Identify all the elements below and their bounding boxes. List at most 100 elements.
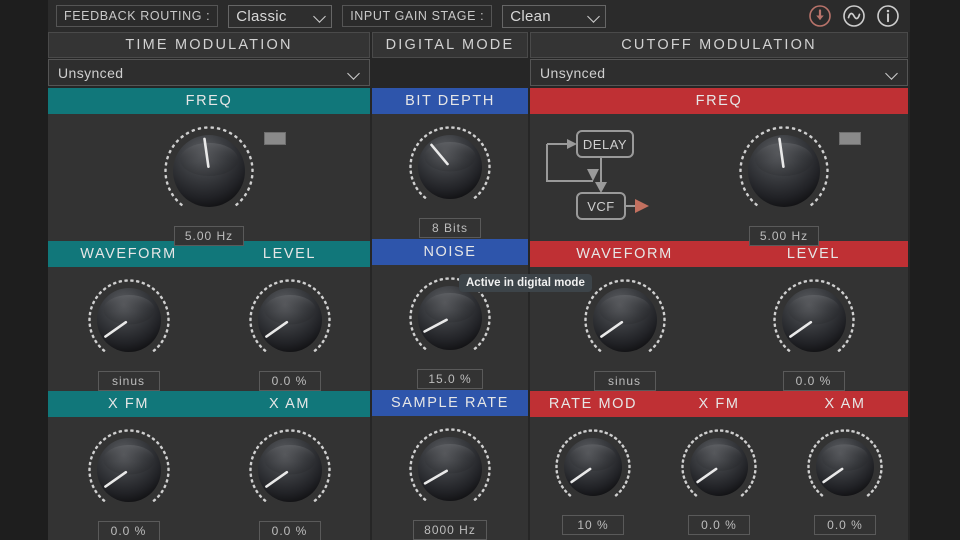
routing-vcf-label: VCF [587, 199, 615, 214]
knob-control[interactable] [553, 427, 633, 507]
parameter-value-field[interactable]: sinus [593, 371, 656, 391]
parameter-slot: sinus [530, 267, 719, 391]
sine-wave-circle-icon[interactable] [842, 4, 866, 28]
section-title-digital-mode: DIGITAL MODE [372, 32, 528, 58]
parameter-value-field[interactable]: 5.00 Hz [173, 226, 245, 246]
parameter-value-field[interactable]: 0.0 % [782, 371, 845, 391]
knob-control[interactable] [679, 427, 759, 507]
parameter-label: BIT DEPTH [372, 88, 528, 114]
parameter-header-row: FREQ [530, 88, 908, 114]
parameter-slot: 0.0 % [48, 417, 209, 540]
parameter-label: X AM [209, 391, 370, 417]
digital-sync-placeholder [372, 59, 528, 86]
parameter-value-field[interactable]: 0.0 % [814, 515, 876, 536]
knob-dial[interactable] [86, 277, 172, 363]
knob-control[interactable] [247, 277, 333, 363]
knob-gloss [424, 293, 476, 323]
knob-control[interactable] [805, 427, 885, 507]
knob-dial[interactable] [407, 426, 493, 512]
section-title-time-modulation: TIME MODULATION [48, 32, 370, 58]
parameter-value-field[interactable]: 0.0 % [258, 371, 321, 391]
input-gain-stage-select[interactable]: Clean [502, 4, 607, 28]
parameter-label: WAVEFORM [530, 241, 719, 267]
knob-dial[interactable] [805, 427, 885, 507]
knob-dial[interactable] [582, 277, 668, 363]
modulation-led-indicator [839, 132, 861, 145]
knob-dial[interactable] [553, 427, 633, 507]
parameter-knob-row: sinus 0.0 % [530, 267, 908, 392]
knob-gloss [569, 444, 617, 472]
parameter-value-field[interactable]: 8 Bits [419, 218, 481, 238]
parameter-knob-row: 5.00 Hz [48, 114, 370, 246]
knob-control[interactable] [582, 277, 668, 363]
parameter-value-field[interactable]: 0.0 % [688, 515, 750, 536]
knob-dial[interactable] [86, 427, 172, 513]
parameter-label: X FM [656, 391, 782, 418]
parameter-knob-row: DELAY VCF 5.00 Hz [530, 114, 908, 246]
parameter-knob-row: 8000 Hz [372, 416, 528, 540]
knob-dial[interactable] [737, 124, 831, 218]
knob-gloss [787, 295, 840, 325]
knob-control[interactable] [162, 124, 256, 218]
parameter-slot: 15.0 % [372, 265, 528, 390]
parameter-header-row: NOISE [372, 239, 528, 265]
parameter-slot: 0.0 % [656, 417, 782, 540]
parameter-slot: 10 % [530, 417, 656, 540]
parameter-value-field[interactable]: 15.0 % [417, 369, 483, 389]
knob-control[interactable] [86, 277, 172, 363]
knob-gloss [821, 444, 869, 472]
knob-control[interactable] [771, 277, 857, 363]
input-gain-stage-value: Clean [510, 7, 551, 25]
knob-dial[interactable] [247, 427, 333, 513]
parameter-value-field[interactable]: sinus [97, 371, 160, 391]
parameter-value-field[interactable]: 0.0 % [258, 521, 321, 540]
knob-dial[interactable] [162, 124, 256, 218]
knob-control[interactable] [737, 124, 831, 218]
knob-gloss [102, 445, 155, 475]
parameter-header-row: RATE MOD X FM X AM [530, 391, 908, 418]
parameter-value-field[interactable]: 10 % [562, 515, 624, 536]
parameter-knob-row: 0.0 % 0.0 % [48, 417, 370, 540]
knob-dial[interactable] [679, 427, 759, 507]
cutoff-sync-select[interactable]: Unsynced [530, 59, 908, 86]
knob-gloss [695, 444, 743, 472]
left-rail [0, 0, 48, 540]
parameter-label: FREQ [48, 88, 370, 114]
knob-gloss [263, 295, 316, 325]
parameter-slot: 5.00 Hz [48, 114, 370, 246]
cutoff-sync-value: Unsynced [540, 64, 606, 81]
knob-control[interactable] [407, 275, 493, 361]
parameter-header-row: SAMPLE RATE [372, 390, 528, 416]
knob-dial[interactable] [771, 277, 857, 363]
parameter-header-row: WAVEFORM LEVEL [530, 241, 908, 267]
time-sync-select[interactable]: Unsynced [48, 59, 370, 86]
knob-dial[interactable] [407, 275, 493, 361]
parameter-label: X FM [48, 391, 209, 417]
parameter-slot: 8000 Hz [372, 416, 528, 540]
knob-dial[interactable] [247, 277, 333, 363]
section-header-row: TIME MODULATION DIGITAL MODE CUTOFF MODU… [48, 32, 910, 58]
parameter-knob-row: sinus 0.0 % [48, 267, 370, 391]
knob-control[interactable] [407, 426, 493, 512]
knob-dial[interactable] [407, 124, 493, 210]
knob-gloss [755, 142, 813, 177]
knob-control[interactable] [86, 427, 172, 513]
parameter-value-field[interactable]: 0.0 % [97, 521, 160, 540]
parameter-slot: sinus [48, 267, 209, 391]
sync-selector-row: Unsynced Unsynced [48, 59, 910, 86]
feedback-routing-select[interactable]: Classic [228, 4, 333, 28]
knob-control[interactable] [407, 124, 493, 210]
parameter-slot: 0.0 % [719, 267, 908, 391]
info-circle-icon[interactable] [876, 4, 900, 28]
knob-gloss [180, 142, 238, 177]
download-circle-icon[interactable] [808, 4, 832, 28]
knob-gloss [102, 295, 155, 325]
routing-diagram-slot: DELAY VCF [530, 114, 660, 241]
knob-control[interactable] [247, 427, 333, 513]
parameter-value-field[interactable]: 5.00 Hz [748, 226, 820, 246]
parameter-value-field[interactable]: 8000 Hz [413, 520, 487, 540]
feedback-routing-value: Classic [236, 7, 287, 25]
chevron-down-icon [587, 9, 601, 23]
modulation-led-indicator [264, 132, 286, 145]
parameter-header-row: FREQ [48, 88, 370, 114]
